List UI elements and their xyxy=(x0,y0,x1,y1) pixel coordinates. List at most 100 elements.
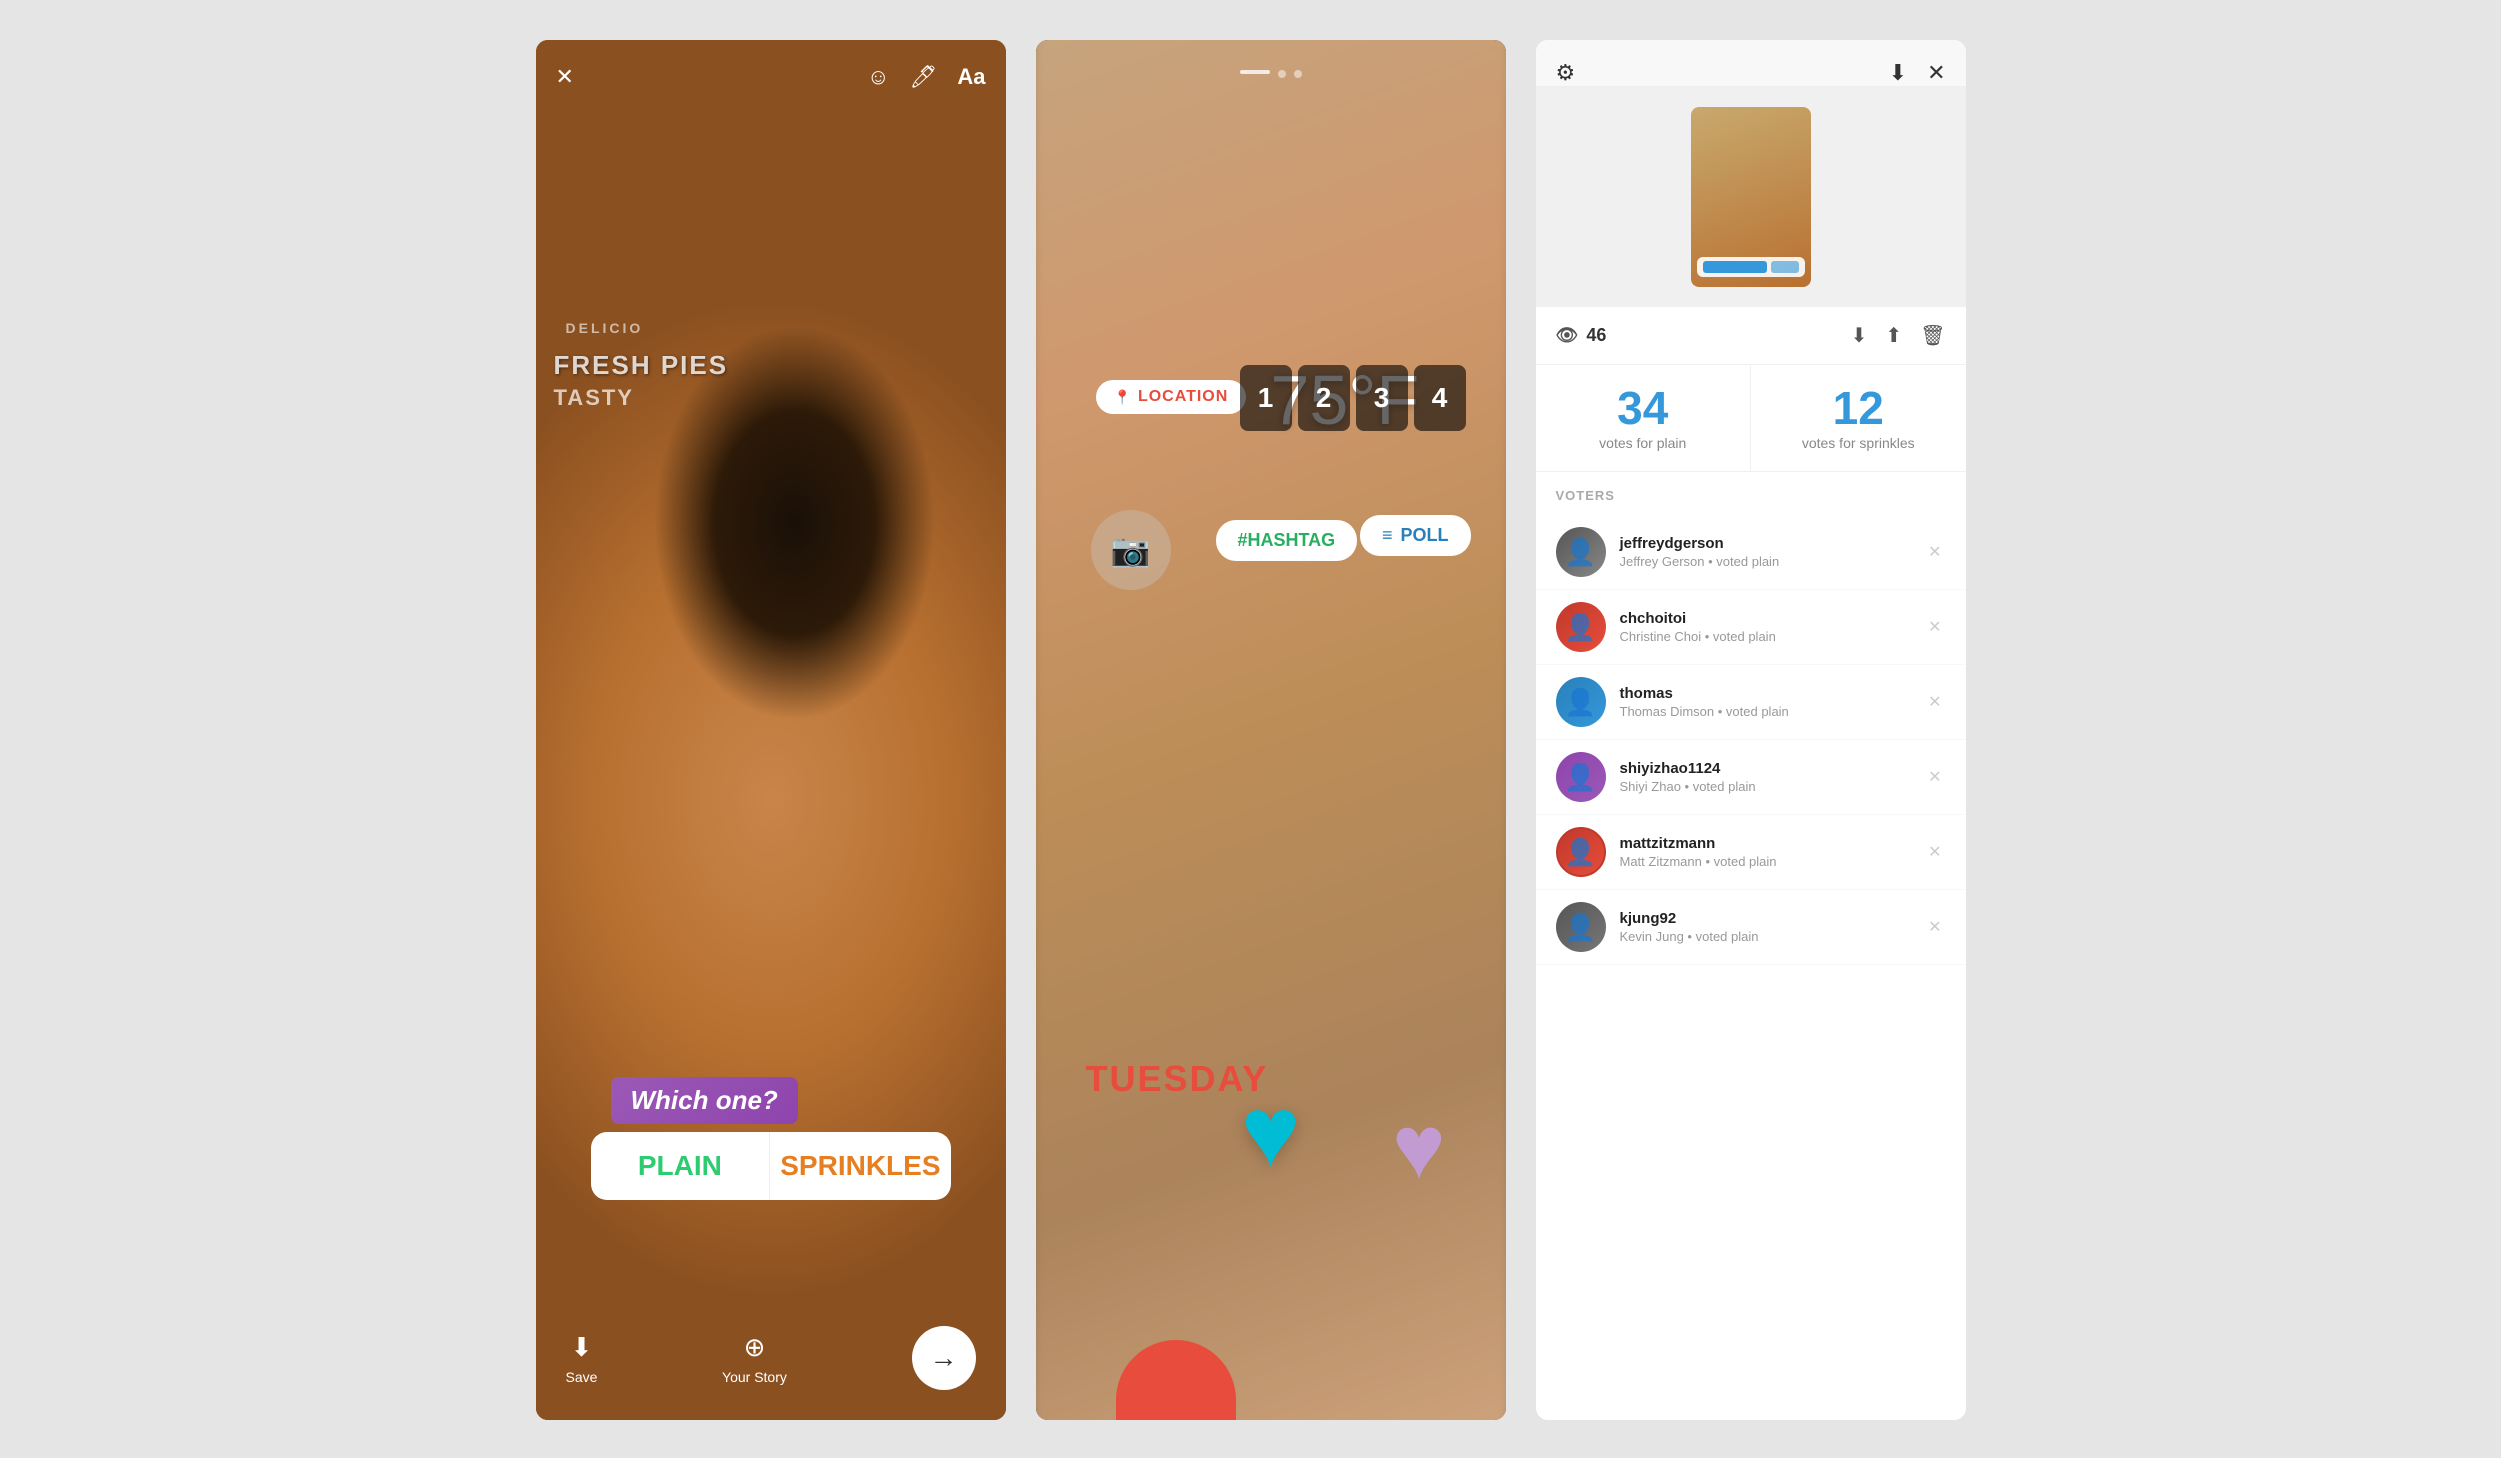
voter-row-1: 👤 jeffreydgerson Jeffrey Gerson • voted … xyxy=(1536,515,1966,590)
vote-col-plain: 34 votes for plain xyxy=(1536,365,1752,471)
panel-insights: ⚙ ⬇ ✕ 👁 46 xyxy=(1536,40,1966,1420)
store-sign-delicio: DELICIO xyxy=(566,320,644,336)
voter-detail-1: Jeffrey Gerson • voted plain xyxy=(1620,554,1925,569)
toolbar-left: ✕ xyxy=(556,64,574,90)
cyan-heart-sticker[interactable]: ♥ xyxy=(1241,1075,1300,1190)
toolbar-right: ☺ 🖊 Aa xyxy=(867,64,986,90)
panel-sticker-picker: 📍 LOCATION 75°F 1 2 3 4 📷 #HASHTAG ≡ POL… xyxy=(1036,40,1506,1420)
header-action-icons: ⬇ ✕ xyxy=(1889,60,1946,86)
voter-info-2: chchoitoi Christine Choi • voted plain xyxy=(1620,610,1925,644)
voter-info-4: shiyizhao1124 Shiyi Zhao • voted plain xyxy=(1620,760,1925,794)
eye-icon: 👁 xyxy=(1556,325,1579,346)
poll-sticker-label: POLL xyxy=(1401,525,1449,546)
voter-avatar-2: 👤 xyxy=(1556,602,1606,652)
vote-counts: 34 votes for plain 12 votes for sprinkle… xyxy=(1536,365,1966,472)
timer-digit-4: 4 xyxy=(1414,365,1466,431)
close-insights-icon[interactable]: ✕ xyxy=(1927,60,1945,86)
voter-close-5[interactable]: ✕ xyxy=(1924,838,1945,866)
voter-username-5[interactable]: mattzitzmann xyxy=(1620,835,1925,852)
main-container: ✕ ☺ 🖊 Aa DELICIO FRESH PIES TASTY Which … xyxy=(0,0,2501,1458)
voter-close-4[interactable]: ✕ xyxy=(1924,763,1945,791)
voters-title: VOTERS xyxy=(1536,488,1966,515)
store-sign-tasty: TASTY xyxy=(554,385,634,411)
send-button[interactable]: → xyxy=(912,1326,976,1390)
voter-row-2: 👤 chchoitoi Christine Choi • voted plain… xyxy=(1536,590,1966,665)
voter-close-2[interactable]: ✕ xyxy=(1924,613,1945,641)
poll-option-plain[interactable]: PLAIN xyxy=(591,1132,771,1200)
voter-username-4[interactable]: shiyizhao1124 xyxy=(1620,760,1925,777)
voter-username-1[interactable]: jeffreydgerson xyxy=(1620,535,1925,552)
voter-username-6[interactable]: kjung92 xyxy=(1620,910,1925,927)
action-icons: ⬇ ⬆ 🗑 xyxy=(1851,323,1946,348)
poll-lines-icon: ≡ xyxy=(1382,525,1393,546)
story-person-photo xyxy=(536,40,1006,1420)
voter-row-4: 👤 shiyizhao1124 Shiyi Zhao • voted plain… xyxy=(1536,740,1966,815)
views-row: 👁 46 ⬇ ⬆ 🗑 xyxy=(1536,307,1966,365)
download-circle-icon[interactable]: ⬇ xyxy=(1889,60,1907,86)
voter-close-6[interactable]: ✕ xyxy=(1924,913,1945,941)
story-thumbnail[interactable] xyxy=(1691,107,1811,287)
dot-circle-2 xyxy=(1294,70,1302,78)
insights-header: ⚙ ⬇ ✕ xyxy=(1536,40,1966,87)
hashtag-sticker[interactable]: #HASHTAG xyxy=(1216,520,1358,561)
voter-username-2[interactable]: chchoitoi xyxy=(1620,610,1925,627)
location-pin-icon: 📍 xyxy=(1114,389,1132,406)
avatar-silhouette-2: 👤 xyxy=(1556,602,1606,652)
voter-avatar-1: 👤 xyxy=(1556,527,1606,577)
timer-sticker[interactable]: 1 2 3 4 xyxy=(1240,365,1466,431)
voter-row-5: 👤 mattzitzmann Matt Zitzmann • voted pla… xyxy=(1536,815,1966,890)
thumb-inner xyxy=(1691,107,1811,287)
voter-detail-3: Thomas Dimson • voted plain xyxy=(1620,704,1925,719)
camera-sticker-button[interactable]: 📷 xyxy=(1091,510,1171,590)
panel-story-editor: ✕ ☺ 🖊 Aa DELICIO FRESH PIES TASTY Which … xyxy=(536,40,1006,1420)
save-label: Save xyxy=(566,1369,598,1385)
dot-line xyxy=(1240,70,1270,74)
avatar-silhouette-3: 👤 xyxy=(1556,677,1606,727)
avatar-silhouette-6: 👤 xyxy=(1556,902,1606,952)
your-story-action[interactable]: ⊕ Your Story xyxy=(722,1332,787,1385)
vote-col-sprinkles: 12 votes for sprinkles xyxy=(1751,365,1966,471)
voter-close-3[interactable]: ✕ xyxy=(1924,688,1945,716)
poll-sticker: Which one? PLAIN SPRINKLES xyxy=(591,1077,951,1200)
thumb-bar-sprinkles xyxy=(1771,261,1799,273)
timer-digit-1: 1 xyxy=(1240,365,1292,431)
voters-section: VOTERS 👤 jeffreydgerson Jeffrey Gerson •… xyxy=(1536,472,1966,1420)
sprinkles-vote-number: 12 xyxy=(1761,385,1956,431)
poll-question: Which one? xyxy=(611,1077,798,1124)
delete-action-icon[interactable]: 🗑 xyxy=(1920,323,1945,348)
voter-info-5: mattzitzmann Matt Zitzmann • voted plain xyxy=(1620,835,1925,869)
store-sign-fresh-pies: FRESH PIES xyxy=(554,350,729,381)
voter-detail-6: Kevin Jung • voted plain xyxy=(1620,929,1925,944)
voter-close-1[interactable]: ✕ xyxy=(1924,538,1945,566)
timer-digit-2: 2 xyxy=(1298,365,1350,431)
save-action[interactable]: ⬇ Save xyxy=(566,1332,598,1385)
voter-username-3[interactable]: thomas xyxy=(1620,685,1925,702)
brush-icon[interactable]: 🖊 xyxy=(909,64,937,90)
text-tool-button[interactable]: Aa xyxy=(957,64,985,90)
purple-heart-sticker[interactable]: ♥ xyxy=(1392,1097,1445,1200)
voter-row-3: 👤 thomas Thomas Dimson • voted plain ✕ xyxy=(1536,665,1966,740)
plain-vote-number: 34 xyxy=(1546,385,1741,431)
voter-info-1: jeffreydgerson Jeffrey Gerson • voted pl… xyxy=(1620,535,1925,569)
dot-circle-1 xyxy=(1278,70,1286,78)
settings-gear-icon[interactable]: ⚙ xyxy=(1556,60,1576,86)
views-count: 👁 46 xyxy=(1556,325,1607,346)
voter-detail-2: Christine Choi • voted plain xyxy=(1620,629,1925,644)
poll-option-sprinkles[interactable]: SPRINKLES xyxy=(770,1132,950,1200)
download-action-icon[interactable]: ⬇ xyxy=(1851,323,1868,348)
voter-avatar-5: 👤 xyxy=(1556,827,1606,877)
avatar-silhouette-5: 👤 xyxy=(1558,829,1604,875)
story-thumbnail-area xyxy=(1536,87,1966,307)
poll-sticker-button[interactable]: ≡ POLL xyxy=(1360,515,1471,556)
close-icon[interactable]: ✕ xyxy=(556,64,574,90)
voter-info-3: thomas Thomas Dimson • voted plain xyxy=(1620,685,1925,719)
voter-row-6: 👤 kjung92 Kevin Jung • voted plain ✕ xyxy=(1536,890,1966,965)
share-action-icon[interactable]: ⬆ xyxy=(1885,323,1902,348)
face-sticker-icon[interactable]: ☺ xyxy=(867,64,889,90)
timer-digit-3: 3 xyxy=(1356,365,1408,431)
poll-options: PLAIN SPRINKLES xyxy=(591,1132,951,1200)
location-sticker[interactable]: 📍 LOCATION xyxy=(1096,380,1247,414)
voter-detail-4: Shiyi Zhao • voted plain xyxy=(1620,779,1925,794)
add-story-icon: ⊕ xyxy=(744,1332,766,1363)
thumb-poll-bar xyxy=(1697,257,1805,277)
